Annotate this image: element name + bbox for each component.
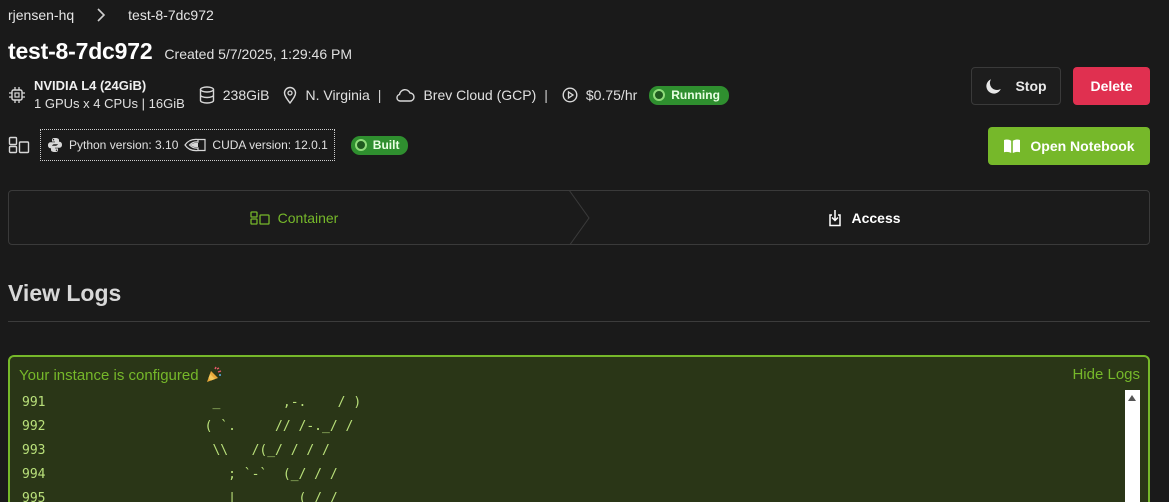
- log-line: 993 \\ /(_/ / / /: [22, 438, 361, 462]
- open-notebook-button[interactable]: Open Notebook: [988, 127, 1150, 165]
- python-version-label: Python version: 3.10: [69, 138, 179, 152]
- book-open-icon: [1004, 139, 1021, 153]
- instance-page: rjensen-hq test-8-7dc972 test-8-7dc972 C…: [0, 0, 1169, 502]
- database-icon: [199, 86, 214, 104]
- party-popper-icon: [206, 366, 221, 382]
- logs-panel: Your instance is configured Hide Logs 99…: [8, 355, 1150, 502]
- delete-button[interactable]: Delete: [1073, 67, 1150, 105]
- cloud-icon: [396, 89, 416, 102]
- log-line: 995 | (_/ /: [22, 486, 361, 502]
- page-title: test-8-7dc972: [8, 38, 153, 64]
- log-line-number: 994: [22, 466, 46, 482]
- stop-label: Stop: [1015, 78, 1047, 94]
- status-label: Running: [671, 88, 720, 102]
- log-line: 991 _ ,-. / ): [22, 390, 361, 414]
- moon-icon: [986, 79, 1002, 94]
- gpu-config: 1 GPUs x 4 CPUs | 16GiB: [34, 96, 185, 111]
- build-status-label: Built: [372, 138, 400, 152]
- price-value: $0.75/hr: [585, 87, 638, 103]
- delete-label: Delete: [1090, 78, 1133, 94]
- created-timestamp: Created 5/7/2025, 1:29:46 PM: [164, 46, 352, 62]
- log-line-text: _ ,-. / ): [142, 394, 362, 410]
- container-icon: [249, 210, 270, 225]
- log-line: 994 ; `-` (_/ / /: [22, 462, 361, 486]
- gpu-spec: NVIDIA L4 (24GiB) 1 GPUs x 4 CPUs | 16Gi…: [8, 77, 185, 113]
- log-line-number: 991: [22, 394, 46, 410]
- build-status-badge: Built: [350, 135, 409, 155]
- nvidia-logo-icon: [184, 138, 207, 152]
- divider: [8, 321, 1150, 322]
- cloud-spec: Brev Cloud (GCP) |: [395, 87, 548, 103]
- log-line-number: 995: [22, 490, 46, 502]
- log-line-text: ( `. // /-._/ /: [142, 418, 354, 434]
- log-output: 991 _ ,-. / ) 992 ( `. // /-._/ / 993 \\…: [22, 390, 361, 502]
- separator: |: [377, 87, 382, 103]
- region-spec: N. Virginia |: [283, 86, 381, 104]
- status-dot-icon: [354, 139, 367, 151]
- open-notebook-label: Open Notebook: [1030, 138, 1135, 154]
- stop-button[interactable]: Stop: [971, 67, 1061, 105]
- python-version: Python version: 3.10: [47, 137, 178, 153]
- status-badge: Running: [649, 85, 729, 105]
- layout-icon: [8, 136, 30, 154]
- storage-spec: 238GiB: [199, 86, 270, 104]
- title-row: test-8-7dc972 Created 5/7/2025, 1:29:46 …: [8, 38, 352, 65]
- breadcrumb-org[interactable]: rjensen-hq: [8, 7, 74, 23]
- breadcrumb-instance: test-8-7dc972: [128, 7, 214, 23]
- logs-status: Your instance is configured: [19, 366, 223, 384]
- storage-value: 238GiB: [222, 87, 270, 103]
- tab-access-label: Access: [851, 209, 901, 226]
- environment-row: Python version: 3.10 CUDA version: 12.0.…: [8, 129, 409, 161]
- log-scrollbar[interactable]: [1125, 390, 1140, 502]
- log-line: 992 ( `. // /-._/ /: [22, 414, 361, 438]
- tab-access[interactable]: Access: [579, 191, 1149, 244]
- tab-container-label: Container: [277, 209, 339, 226]
- chevron-right-icon: [94, 8, 108, 22]
- python-icon: [48, 138, 62, 152]
- instance-specs: NVIDIA L4 (24GiB) 1 GPUs x 4 CPUs | 16Gi…: [8, 76, 729, 114]
- hide-logs-link[interactable]: Hide Logs: [1072, 366, 1140, 383]
- logs-heading: View Logs: [8, 280, 122, 306]
- log-line-number: 993: [22, 442, 46, 458]
- environment-versions[interactable]: Python version: 3.10 CUDA version: 12.0.…: [40, 129, 335, 161]
- log-line-text: | (_/ /: [142, 490, 338, 502]
- cuda-version-label: CUDA version: 12.0.1: [212, 138, 328, 152]
- log-line-number: 992: [22, 418, 46, 434]
- price-spec: $0.75/hr: [562, 87, 637, 103]
- tab-container[interactable]: Container: [9, 191, 579, 244]
- scroll-up-arrow-icon[interactable]: [1128, 395, 1136, 401]
- play-circle-icon: [562, 87, 578, 103]
- status-dot-icon: [653, 89, 666, 101]
- region-value: N. Virginia: [305, 87, 370, 103]
- logs-status-label: Your instance is configured: [19, 366, 199, 384]
- log-line-text: \\ /(_/ / / /: [142, 442, 330, 458]
- chip-icon: [9, 87, 25, 103]
- download-box-icon: [829, 209, 842, 226]
- location-pin-icon: [284, 86, 297, 104]
- cloud-value: Brev Cloud (GCP): [423, 87, 537, 103]
- cuda-version: CUDA version: 12.0.1: [184, 137, 328, 153]
- separator: |: [544, 87, 548, 103]
- breadcrumb: rjensen-hq test-8-7dc972: [8, 7, 214, 23]
- instance-tabs: Container Access: [8, 190, 1150, 245]
- log-line-text: ; `-` (_/ / /: [142, 466, 338, 482]
- gpu-name: NVIDIA L4 (24GiB): [34, 78, 147, 93]
